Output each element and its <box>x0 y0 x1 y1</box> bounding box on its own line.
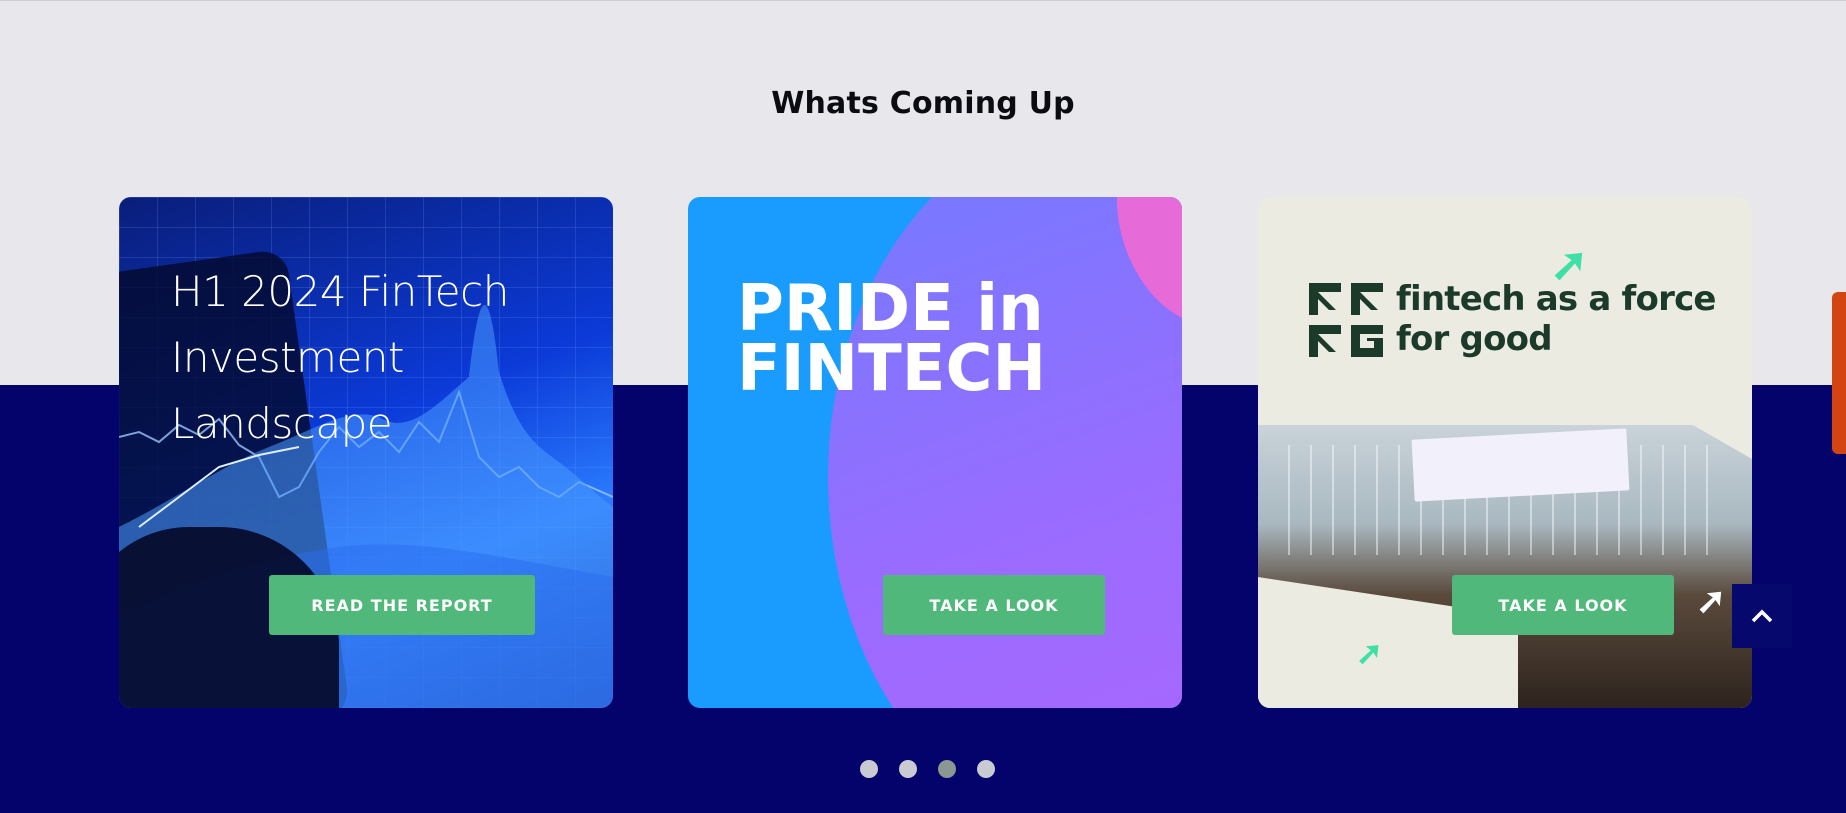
card-fintech-investment[interactable]: H1 2024 FinTech Investment Landscape REA… <box>119 197 613 708</box>
carousel-dot[interactable] <box>977 760 995 778</box>
section-title: Whats Coming Up <box>771 86 1075 121</box>
arrow-decoration-icon: ➚ <box>1696 580 1727 621</box>
scroll-to-top-button[interactable] <box>1732 584 1792 648</box>
side-feedback-tab[interactable] <box>1832 292 1846 454</box>
carousel-dot[interactable] <box>899 760 917 778</box>
take-a-look-button[interactable]: TAKE A LOOK <box>1452 575 1674 635</box>
read-the-report-button[interactable]: READ THE REPORT <box>269 575 535 635</box>
card-heading: PRIDE in FINTECH <box>737 272 1046 406</box>
card-pride-in-fintech[interactable]: PRIDE in FINTECH TAKE A LOOK <box>688 197 1182 708</box>
carousel-dot-active[interactable] <box>938 760 956 778</box>
arrow-decoration-icon: ➚ <box>1550 238 1589 290</box>
carousel-dots <box>860 760 995 778</box>
ff-logo-icon <box>1309 283 1383 357</box>
take-a-look-button[interactable]: TAKE A LOOK <box>883 575 1105 635</box>
photo-stage-screen <box>1411 428 1630 502</box>
card-heading: H1 2024 FinTech Investment Landscape <box>171 267 509 448</box>
card-heading: fintech as a force for good <box>1396 279 1717 359</box>
card-force-for-good[interactable]: fintech as a force for good ➚ ➚ ➚ TAKE A… <box>1258 197 1752 708</box>
carousel-dot[interactable] <box>860 760 878 778</box>
chevron-up-icon <box>1751 609 1773 623</box>
arrow-decoration-icon: ➚ <box>1356 635 1383 671</box>
